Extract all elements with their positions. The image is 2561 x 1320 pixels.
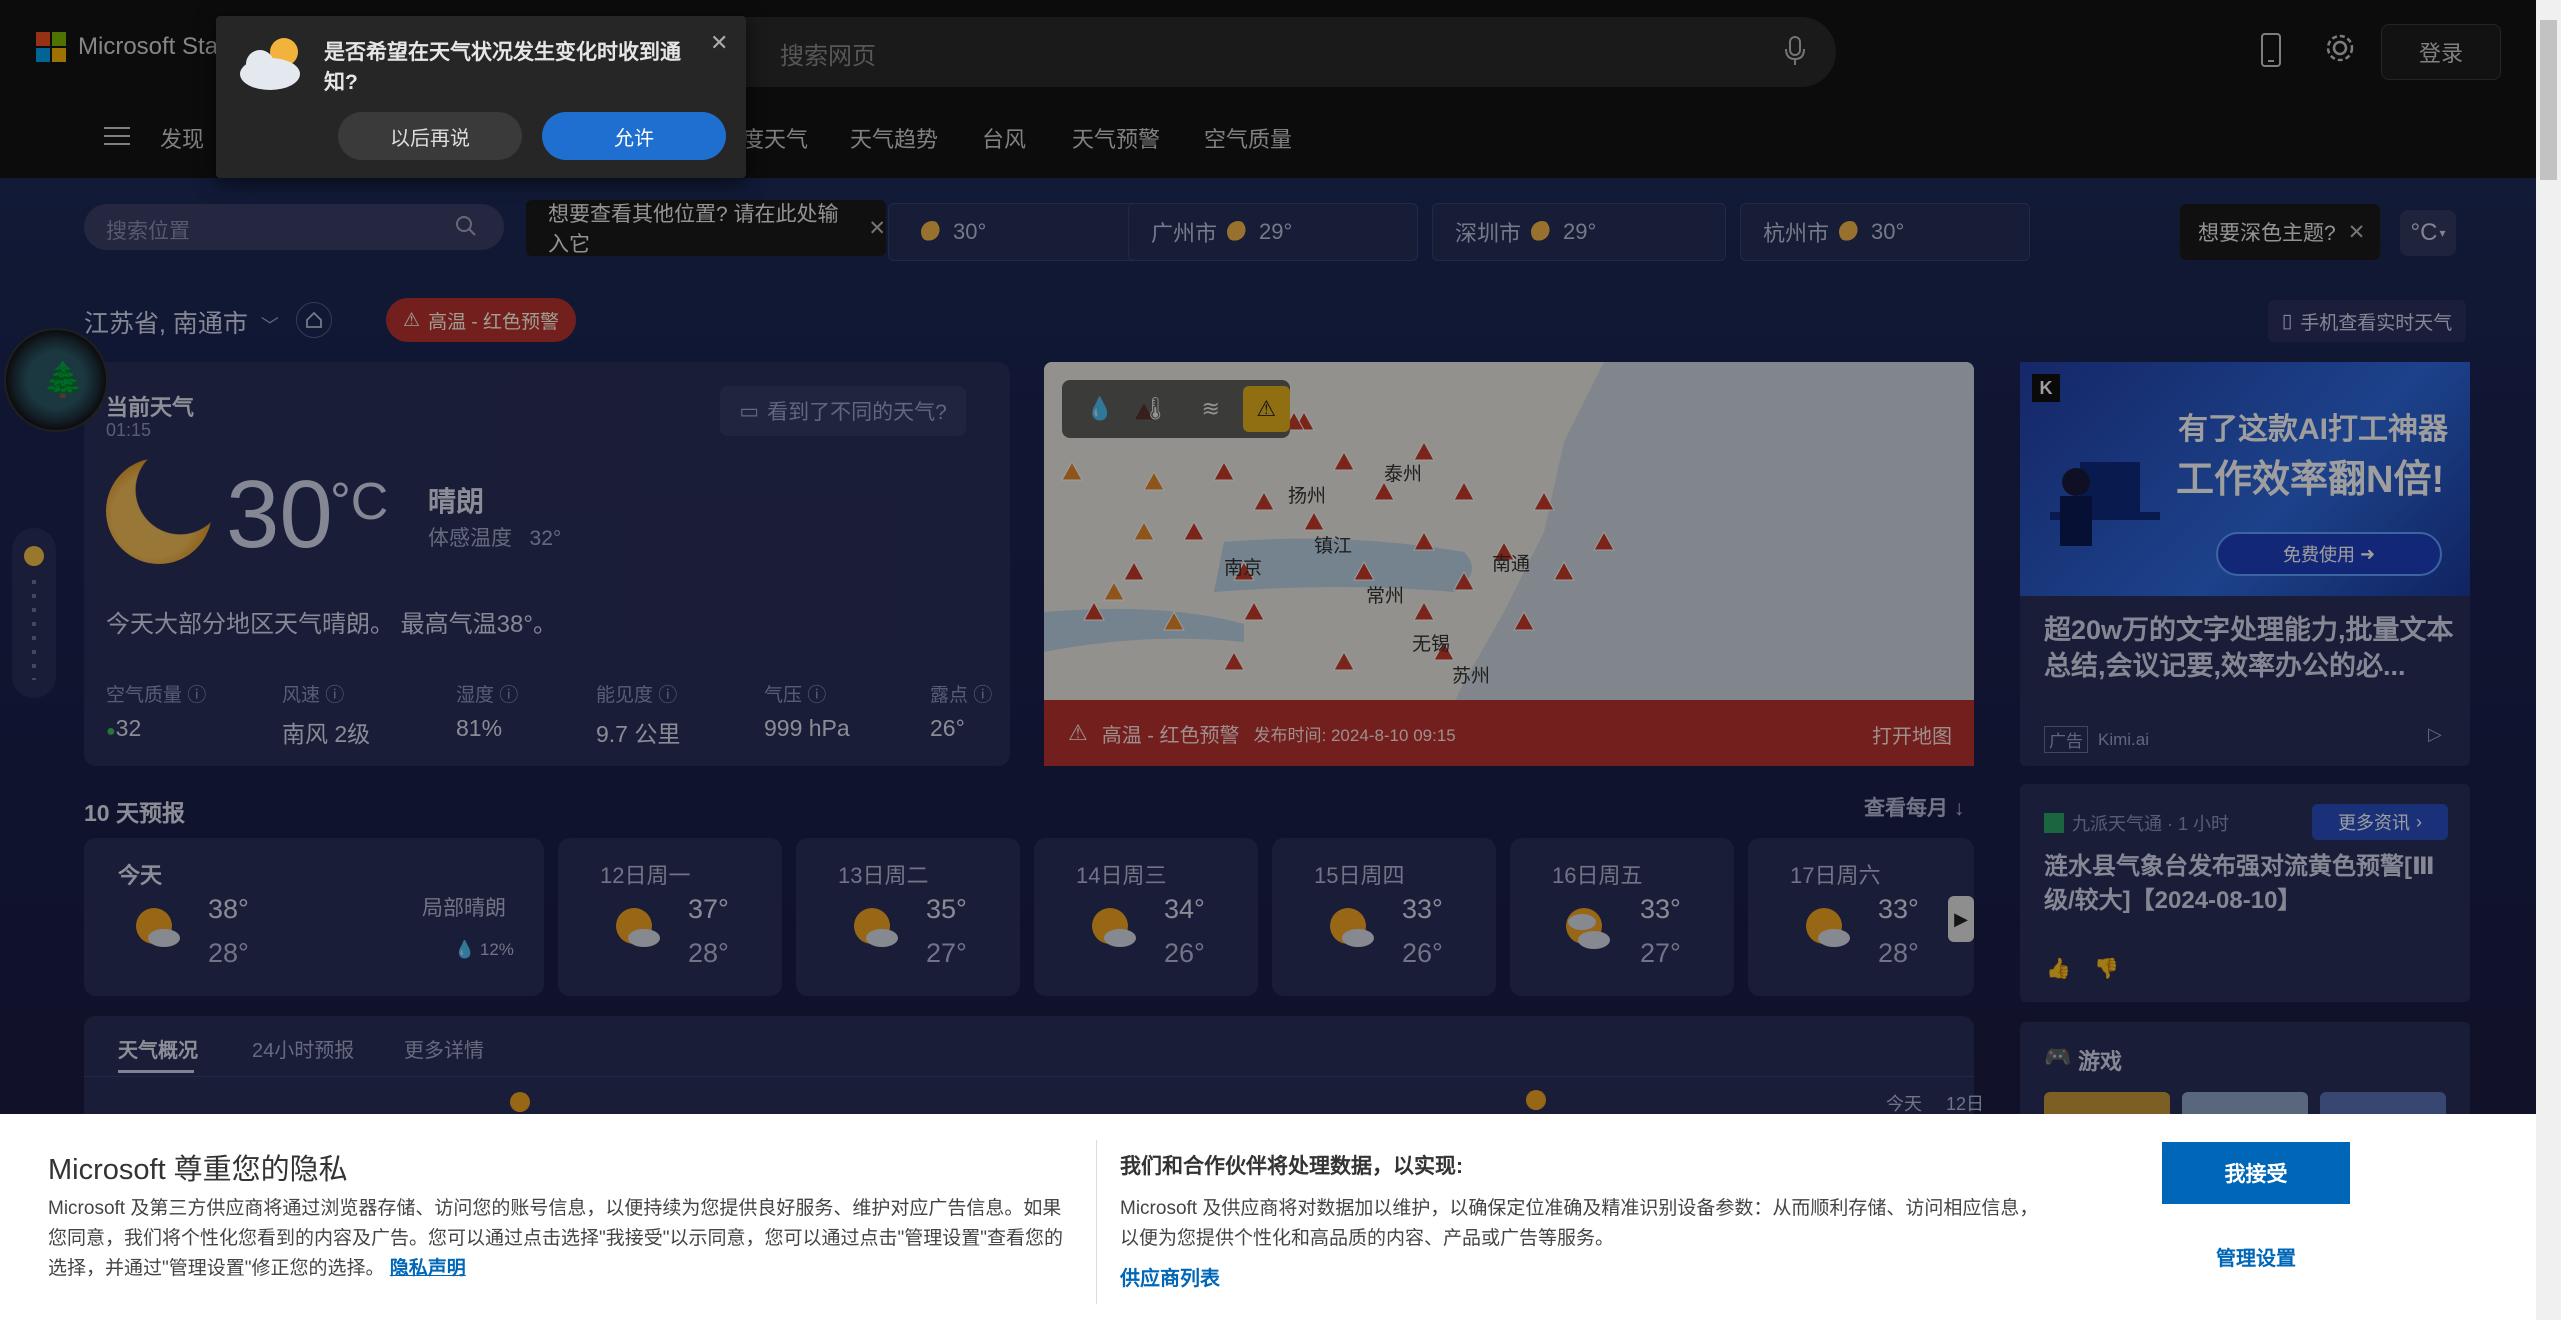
allow-button[interactable]: 允许 [542, 112, 726, 160]
privacy-purposes-body: Microsoft 及供应商将对数据加以维护，以确保定位准确及精准识别设备参数：… [1120, 1198, 2039, 1249]
scrollbar[interactable] [2536, 0, 2561, 1320]
privacy-statement-link[interactable]: 隐私声明 [390, 1258, 466, 1279]
notification-title: 是否希望在天气状况发生变化时收到通知? [324, 41, 681, 94]
privacy-body-text: Microsoft 及第三方供应商将通过浏览器存储、访问您的账号信息，以便持续为… [48, 1198, 1063, 1279]
scrollbar-thumb[interactable] [2540, 20, 2557, 180]
divider [1096, 1140, 1097, 1304]
close-icon[interactable]: ✕ [710, 30, 728, 56]
manage-settings-link[interactable]: 管理设置 [2162, 1242, 2350, 1271]
accept-button[interactable]: 我接受 [2162, 1142, 2350, 1204]
privacy-purposes-title: 我们和合作伙伴将处理数据，以实现: [1120, 1155, 1463, 1178]
weather-cloud-icon [240, 38, 300, 90]
privacy-title: Microsoft 尊重您的隐私 [48, 1154, 348, 1186]
vendor-list-link[interactable]: 供应商列表 [1120, 1262, 1220, 1291]
later-button[interactable]: 以后再说 [338, 112, 522, 160]
privacy-body: Microsoft 及第三方供应商将通过浏览器存储、访问您的账号信息，以便持续为… [48, 1194, 1074, 1284]
